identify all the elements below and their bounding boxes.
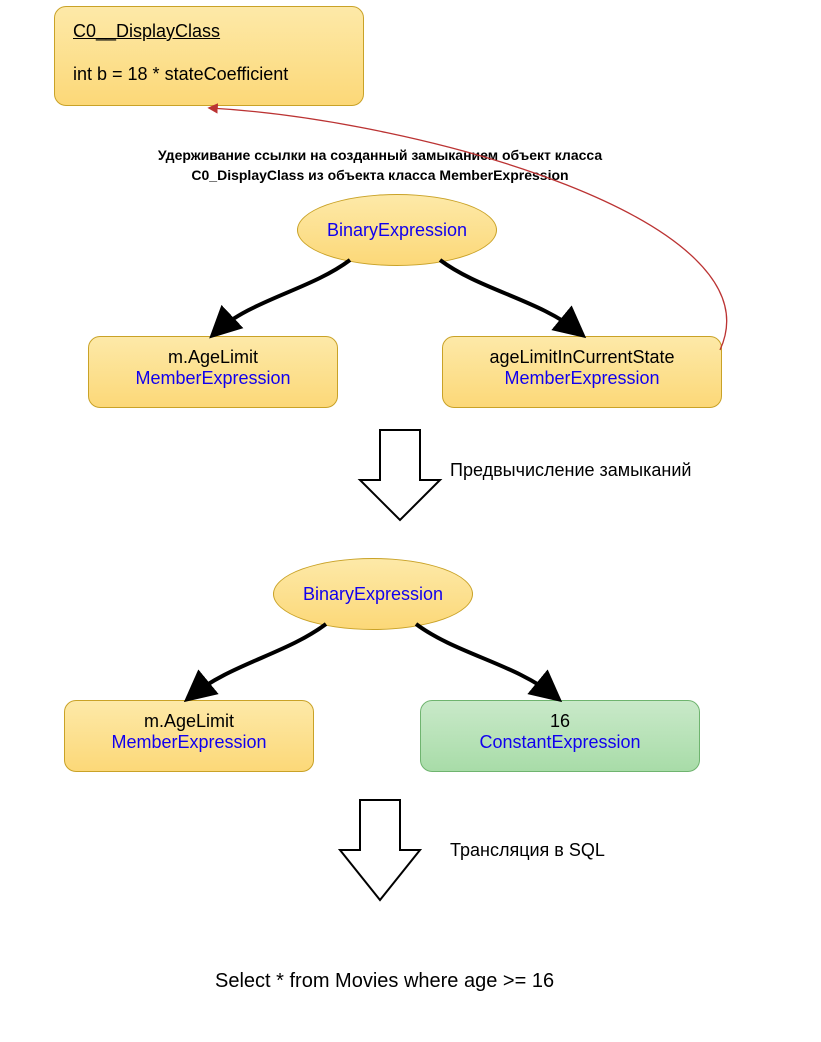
arrow1-label: Предвычисление замыканий — [450, 460, 691, 481]
caption-line2: C0_DisplayClass из объекта класса Member… — [100, 166, 660, 186]
tree1-root-label: BinaryExpression — [327, 220, 467, 241]
tree1-edge-left — [215, 260, 350, 333]
tree2-right-leaf: 16 ConstantExpression — [420, 700, 700, 772]
tree1-right-top: ageLimitInCurrentState — [457, 347, 707, 368]
block-arrow-2 — [340, 800, 420, 900]
tree1-left-bottom: MemberExpression — [103, 368, 323, 389]
tree2-right-bottom: ConstantExpression — [435, 732, 685, 753]
tree1-right-bottom: MemberExpression — [457, 368, 707, 389]
tree2-right-top: 16 — [435, 711, 685, 732]
caption-line1: Удерживание ссылки на созданный замыкани… — [100, 146, 660, 166]
tree1-left-leaf: m.AgeLimit MemberExpression — [88, 336, 338, 408]
block-arrow-1 — [360, 430, 440, 520]
tree1-left-top: m.AgeLimit — [103, 347, 323, 368]
display-class-title: C0__DisplayClass — [73, 21, 345, 42]
tree1-right-leaf: ageLimitInCurrentState MemberExpression — [442, 336, 722, 408]
tree2-root-label: BinaryExpression — [303, 584, 443, 605]
tree2-left-top: m.AgeLimit — [79, 711, 299, 732]
sql-output: Select * from Movies where age >= 16 — [215, 970, 554, 993]
tree1-root: BinaryExpression — [297, 194, 497, 266]
display-class-node: C0__DisplayClass int b = 18 * stateCoeff… — [54, 6, 364, 106]
tree2-edge-left — [190, 624, 326, 697]
closure-caption: Удерживание ссылки на созданный замыкани… — [100, 146, 660, 185]
tree1-edge-right — [440, 260, 580, 333]
tree2-edge-right — [416, 624, 556, 697]
tree2-left-leaf: m.AgeLimit MemberExpression — [64, 700, 314, 772]
arrow2-label: Трансляция в SQL — [450, 840, 605, 861]
tree2-root: BinaryExpression — [273, 558, 473, 630]
display-class-field: int b = 18 * stateCoefficient — [73, 64, 345, 85]
tree2-left-bottom: MemberExpression — [79, 732, 299, 753]
